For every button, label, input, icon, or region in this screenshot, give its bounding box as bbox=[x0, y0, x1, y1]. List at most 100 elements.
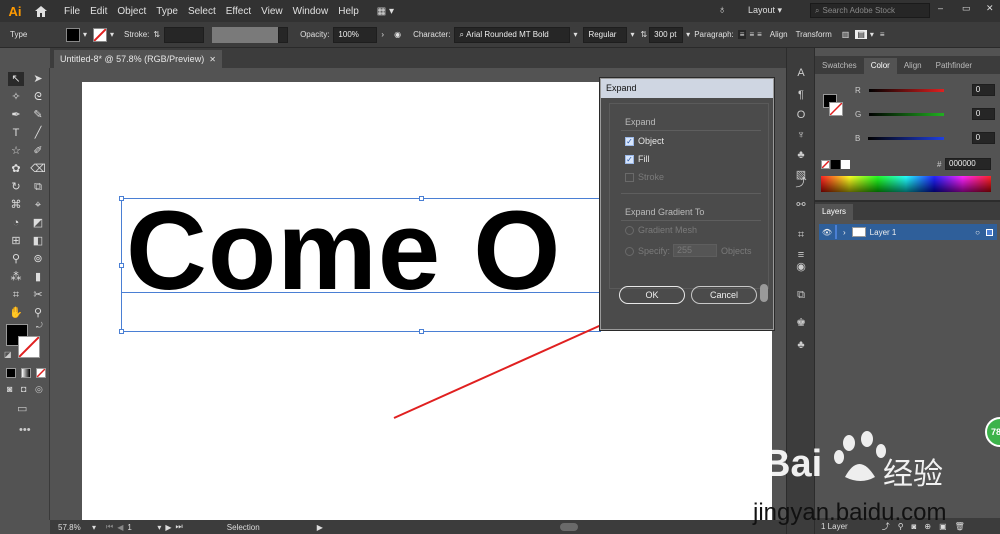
shape-builder-tool-icon[interactable]: ◔ bbox=[8, 216, 24, 230]
none-color-swatch[interactable] bbox=[821, 160, 830, 169]
workspace-switcher[interactable]: Layout ▾ bbox=[748, 5, 782, 16]
hex-input[interactable]: 000000 bbox=[945, 158, 991, 170]
menu-type[interactable]: Type bbox=[156, 6, 178, 17]
prev-artboard-icon[interactable]: ◀ bbox=[117, 523, 123, 532]
fill-checkbox[interactable]: ✓ bbox=[625, 155, 634, 164]
last-artboard-icon[interactable]: ⏭ bbox=[176, 522, 183, 532]
artboard-dropdown-icon[interactable]: ▾ bbox=[157, 523, 161, 532]
menu-view[interactable]: View bbox=[261, 6, 283, 17]
warp-tool-icon[interactable]: ⌘ bbox=[8, 198, 24, 212]
menu-edit[interactable]: Edit bbox=[90, 6, 107, 17]
shaper-tool-icon[interactable]: ✿ bbox=[8, 162, 24, 176]
white-color-swatch[interactable] bbox=[841, 160, 850, 169]
menu-select[interactable]: Select bbox=[188, 6, 216, 17]
next-artboard-icon[interactable]: ▶ bbox=[165, 523, 171, 532]
first-artboard-icon[interactable]: ⏮ bbox=[106, 522, 113, 532]
free-transform-tool-icon[interactable]: ⌖ bbox=[30, 198, 46, 212]
eraser-tool-icon[interactable]: ⌫ bbox=[30, 162, 46, 176]
color-mode-icon[interactable] bbox=[6, 368, 16, 378]
layer-row[interactable]: 👁 › Layer 1 ○ bbox=[819, 224, 997, 240]
align-panel-link[interactable]: Align bbox=[770, 30, 788, 39]
slice-tool-icon[interactable]: ✂ bbox=[30, 288, 46, 302]
scale-tool-icon[interactable]: ⧉ bbox=[30, 180, 46, 194]
close-icon[interactable]: ✕ bbox=[986, 3, 994, 14]
specify-objects-input[interactable]: 255 bbox=[673, 244, 717, 257]
object-checkbox[interactable]: ✓ bbox=[625, 137, 634, 146]
artboard-tool-icon[interactable]: ⌗ bbox=[8, 288, 24, 302]
draw-behind-icon[interactable]: ◘ bbox=[21, 384, 26, 394]
layer-name[interactable]: Layer 1 bbox=[870, 228, 897, 237]
opacity-input[interactable]: 100% bbox=[333, 26, 378, 43]
menu-effect[interactable]: Effect bbox=[226, 6, 251, 17]
stroke-dropdown-icon[interactable]: ▾ bbox=[110, 30, 114, 39]
default-colors-icon[interactable]: ◪ bbox=[4, 350, 12, 359]
export-panel-icon[interactable]: ⤴ bbox=[794, 176, 808, 190]
color-spectrum[interactable] bbox=[821, 176, 991, 192]
tab-close-icon[interactable]: ✕ bbox=[209, 55, 216, 64]
libraries-panel-icon[interactable]: ♣ bbox=[794, 338, 808, 352]
align-left-icon[interactable]: ≡ bbox=[737, 30, 747, 39]
character-panel-icon[interactable]: A bbox=[794, 66, 808, 80]
gradient-mesh-radio[interactable] bbox=[625, 226, 634, 235]
horizontal-scrollbar[interactable] bbox=[560, 523, 578, 531]
stroke-weight-input[interactable] bbox=[164, 26, 205, 43]
draw-inside-icon[interactable]: ◎ bbox=[35, 384, 43, 395]
none-mode-icon[interactable] bbox=[36, 368, 46, 378]
transform-panel-link[interactable]: Transform bbox=[796, 30, 832, 39]
pen-tool-icon[interactable]: ✒ bbox=[8, 108, 24, 122]
links-panel-icon[interactable]: ⚯ bbox=[794, 198, 808, 212]
tab-layers[interactable]: Layers bbox=[815, 204, 854, 220]
brush-input[interactable] bbox=[278, 26, 289, 43]
fill-swatch[interactable] bbox=[66, 27, 80, 42]
green-channel-slider[interactable] bbox=[869, 112, 944, 116]
font-style-select[interactable]: Regular bbox=[583, 26, 628, 43]
stroke-profile-field[interactable] bbox=[212, 26, 279, 43]
visibility-eye-icon[interactable]: 👁 bbox=[819, 228, 835, 237]
lasso-tool-icon[interactable]: ᘓ bbox=[30, 90, 46, 104]
green-channel-value[interactable]: 0 bbox=[971, 108, 995, 120]
perspective-grid-tool-icon[interactable]: ◩ bbox=[30, 216, 46, 230]
fill-dropdown-icon[interactable]: ▾ bbox=[83, 30, 87, 39]
stroke-swatch[interactable] bbox=[93, 27, 108, 42]
zoom-level[interactable]: 57.8% bbox=[58, 523, 92, 532]
symbols-panel-icon[interactable]: ♣ bbox=[794, 148, 808, 162]
more-dropdown-icon[interactable]: ▾ bbox=[870, 30, 874, 39]
column-graph-tool-icon[interactable]: ▮ bbox=[30, 270, 46, 284]
draw-normal-icon[interactable]: ◙ bbox=[7, 384, 12, 394]
arrange-documents-icon[interactable]: ▦ ▾ bbox=[377, 6, 399, 17]
recolor-icon[interactable]: ◉ bbox=[394, 30, 401, 39]
artboards-panel-icon[interactable]: ⧉ bbox=[794, 288, 808, 302]
stroke-color-swatch[interactable] bbox=[18, 336, 40, 358]
tab-align[interactable]: Align bbox=[897, 58, 929, 74]
screen-mode-icon[interactable]: ▭ bbox=[17, 402, 27, 415]
lightbulb-icon[interactable]: ♁ bbox=[718, 4, 726, 16]
curvature-tool-icon[interactable]: ✎ bbox=[30, 108, 46, 122]
tab-swatches[interactable]: Swatches bbox=[815, 58, 864, 74]
direct-selection-tool-icon[interactable]: ➤ bbox=[30, 72, 46, 86]
align-right-icon[interactable]: ≡ bbox=[757, 30, 762, 39]
stroke-checkbox[interactable] bbox=[625, 173, 634, 182]
star-tool-icon[interactable]: ☆ bbox=[8, 144, 24, 158]
swap-colors-icon[interactable]: ⤾ bbox=[36, 321, 43, 331]
type-tool-icon[interactable]: T bbox=[8, 126, 24, 140]
symbol-sprayer-tool-icon[interactable]: ⁂ bbox=[8, 270, 24, 284]
zoom-tool-icon[interactable]: ⚲ bbox=[30, 306, 46, 320]
menu-file[interactable]: File bbox=[64, 6, 80, 17]
cancel-button[interactable]: Cancel bbox=[691, 286, 757, 304]
font-size-stepper[interactable]: ⇅ bbox=[640, 30, 647, 39]
more-options-icon[interactable]: ▤ bbox=[855, 30, 867, 39]
font-size-dropdown-icon[interactable]: ▾ bbox=[686, 30, 690, 39]
hand-tool-icon[interactable]: ✋ bbox=[8, 306, 24, 320]
appearance-panel-icon[interactable]: ◉ bbox=[794, 260, 808, 274]
selection-tool-icon[interactable]: ↖ bbox=[8, 72, 24, 86]
opacity-arrow-icon[interactable]: › bbox=[381, 30, 384, 39]
specify-radio[interactable] bbox=[625, 247, 634, 256]
gradient-mode-icon[interactable] bbox=[21, 368, 31, 378]
brushes-panel-icon[interactable]: ♆ bbox=[794, 128, 808, 142]
line-tool-icon[interactable]: ╱ bbox=[30, 126, 46, 140]
menu-help[interactable]: Help bbox=[338, 6, 359, 17]
gradient-tool-icon[interactable]: ◧ bbox=[30, 234, 46, 248]
target-circle-icon[interactable]: ○ bbox=[975, 228, 980, 237]
blue-channel-slider[interactable] bbox=[868, 136, 944, 140]
minimize-icon[interactable]: – bbox=[938, 3, 943, 13]
